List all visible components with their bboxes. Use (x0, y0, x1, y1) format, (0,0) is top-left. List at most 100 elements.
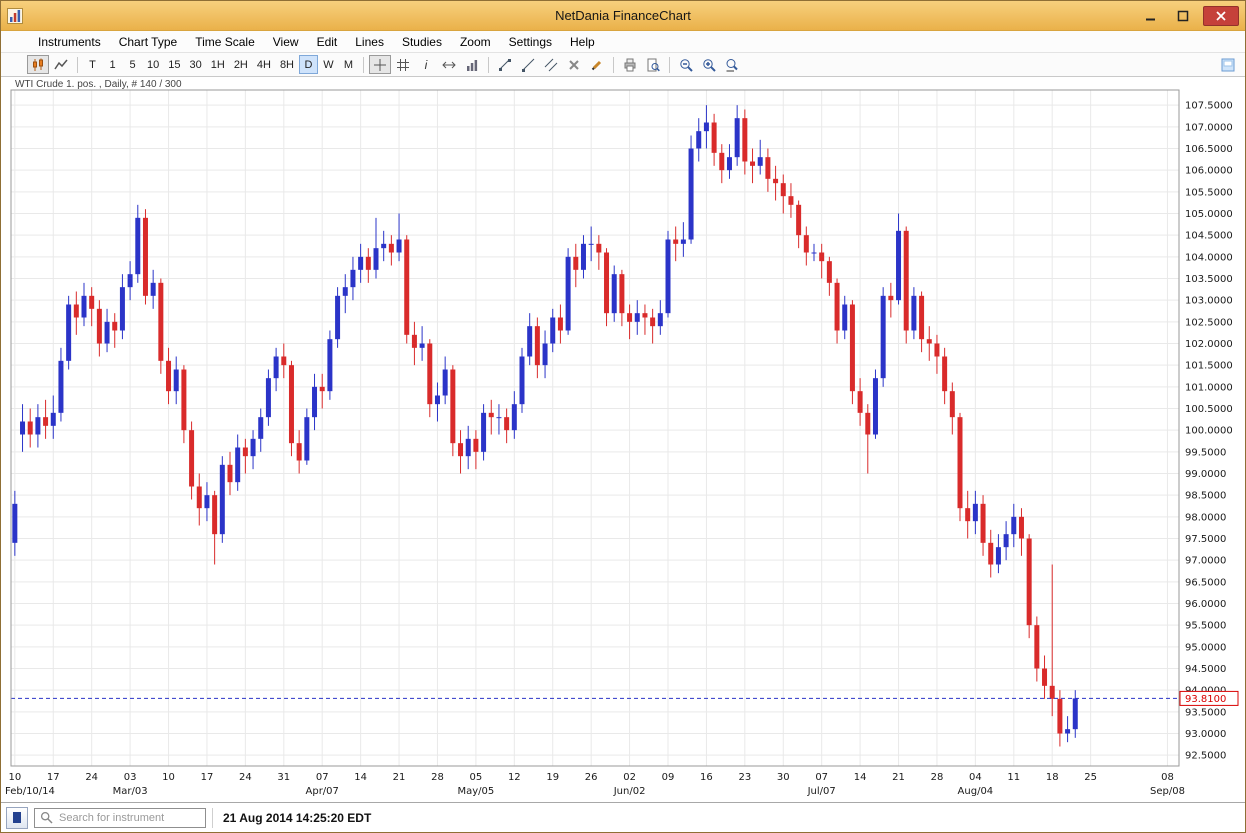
menu-help[interactable]: Help (561, 33, 604, 51)
interval-button-4h[interactable]: 4H (253, 55, 275, 74)
maximize-button[interactable] (1171, 8, 1195, 24)
zoom-reset-button[interactable] (721, 55, 743, 74)
interval-button-t[interactable]: T (83, 55, 102, 74)
candle-body (1042, 669, 1047, 686)
menu-chart-type[interactable]: Chart Type (110, 33, 186, 51)
menu-lines[interactable]: Lines (346, 33, 393, 51)
menu-zoom[interactable]: Zoom (451, 33, 500, 51)
svg-text:93.8100: 93.8100 (1185, 694, 1226, 705)
svg-text:28: 28 (431, 772, 444, 783)
ray-line-button[interactable] (517, 55, 539, 74)
chart-style-line-button[interactable] (50, 55, 72, 74)
interval-button-2h[interactable]: 2H (230, 55, 252, 74)
candle-body (220, 465, 225, 534)
candle-body (204, 495, 209, 508)
menu-time-scale[interactable]: Time Scale (186, 33, 264, 51)
candle-body (550, 318, 555, 344)
delete-drawings-button[interactable] (563, 55, 585, 74)
candle-body (128, 274, 133, 287)
minimize-button[interactable] (1139, 8, 1163, 24)
chart-region: WTI Crude 1. pos. , Daily, # 140 / 300 9… (1, 77, 1245, 802)
candle-body (189, 430, 194, 486)
print-preview-button[interactable] (642, 55, 664, 74)
svg-text:98.0000: 98.0000 (1185, 512, 1226, 523)
svg-text:24: 24 (85, 772, 98, 783)
candle-body (74, 305, 79, 318)
window-controls (1139, 6, 1239, 26)
grid-button[interactable] (392, 55, 414, 74)
candle-body (66, 305, 71, 361)
menu-view[interactable]: View (264, 33, 308, 51)
candle-body (251, 439, 256, 456)
svg-text:96.5000: 96.5000 (1185, 577, 1226, 588)
info-button[interactable]: i (415, 55, 437, 74)
svg-text:94.5000: 94.5000 (1185, 664, 1226, 675)
menu-instruments[interactable]: Instruments (29, 33, 110, 51)
svg-text:92.5000: 92.5000 (1185, 751, 1226, 762)
menu-studies[interactable]: Studies (393, 33, 451, 51)
interval-button-8h[interactable]: 8H (276, 55, 298, 74)
chart-style-candlestick-button[interactable] (27, 55, 49, 74)
svg-text:93.5000: 93.5000 (1185, 707, 1226, 718)
edit-drawings-icon (590, 58, 604, 72)
candle-body (988, 543, 993, 565)
volume-button[interactable] (461, 55, 483, 74)
trendline-button[interactable] (494, 55, 516, 74)
menu-bar: Instruments Chart Type Time Scale View E… (1, 31, 1245, 53)
volume-icon (465, 58, 479, 72)
edit-drawings-button[interactable] (586, 55, 608, 74)
candle-body (658, 313, 663, 326)
candle-body (489, 413, 494, 417)
svg-text:02: 02 (623, 772, 636, 783)
window-titlebar: NetDania FinanceChart (1, 1, 1245, 31)
interval-button-1[interactable]: 1 (103, 55, 122, 74)
interval-button-1h[interactable]: 1H (207, 55, 229, 74)
svg-text:19: 19 (546, 772, 559, 783)
interval-button-d[interactable]: D (299, 55, 318, 74)
close-button[interactable] (1203, 6, 1239, 26)
candle-body (458, 443, 463, 456)
toolbar-separator (613, 57, 614, 73)
svg-text:21: 21 (393, 772, 406, 783)
candle-body (781, 183, 786, 196)
measure-button[interactable] (438, 55, 460, 74)
zoom-out-button[interactable] (675, 55, 697, 74)
svg-text:106.5000: 106.5000 (1185, 144, 1233, 155)
crosshair-button[interactable] (369, 55, 391, 74)
candle-body (496, 417, 501, 418)
candle-body (1011, 517, 1016, 534)
interval-button-10[interactable]: 10 (143, 55, 163, 74)
interval-button-15[interactable]: 15 (164, 55, 184, 74)
menu-settings[interactable]: Settings (500, 33, 561, 51)
candle-body (327, 339, 332, 391)
search-box[interactable] (34, 808, 206, 828)
interval-button-m[interactable]: M (339, 55, 358, 74)
zoom-in-button[interactable] (698, 55, 720, 74)
candle-body (858, 391, 863, 413)
candle-body (235, 448, 240, 483)
candle-body (20, 422, 25, 435)
instrument-panel-button[interactable] (6, 807, 28, 829)
app-icon (7, 7, 25, 25)
menu-edit[interactable]: Edit (308, 33, 347, 51)
search-input[interactable] (57, 811, 200, 825)
svg-text:25: 25 (1084, 772, 1097, 783)
price-chart[interactable]: 92.500093.000093.500094.000094.500095.00… (1, 77, 1245, 802)
channel-button[interactable] (540, 55, 562, 74)
svg-text:100.0000: 100.0000 (1185, 426, 1233, 437)
statusbar-separator (212, 808, 213, 828)
interval-button-5[interactable]: 5 (123, 55, 142, 74)
chart-panel-button[interactable] (1217, 55, 1239, 74)
interval-button-30[interactable]: 30 (186, 55, 206, 74)
candle-body (842, 305, 847, 331)
print-button[interactable] (619, 55, 641, 74)
candle-body (420, 344, 425, 348)
grid-icon (396, 58, 410, 72)
candle-body (981, 504, 986, 543)
candle-body (681, 240, 686, 244)
svg-text:100.5000: 100.5000 (1185, 404, 1233, 415)
interval-button-w[interactable]: W (319, 55, 338, 74)
candle-body (504, 417, 509, 430)
candle-body (535, 326, 540, 365)
svg-text:99.5000: 99.5000 (1185, 447, 1226, 458)
